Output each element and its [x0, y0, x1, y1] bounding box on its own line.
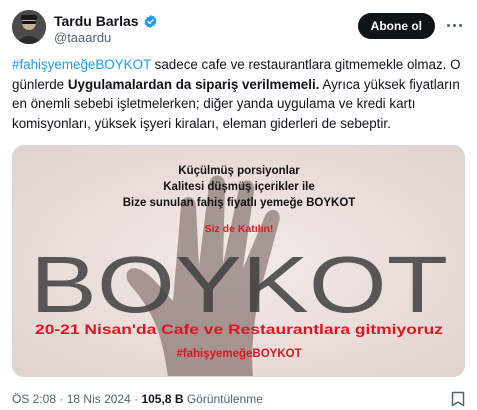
- tweet-hashtag-link[interactable]: #fahişyemeğeBOYKOT: [12, 57, 151, 72]
- poster-hashtag: #fahişyemeğeBOYKOT: [176, 348, 301, 360]
- tweet-meta: ÖS 2:08 · 18 Nis 2024 · 105,8 B Görüntül…: [12, 392, 263, 406]
- poster-join: Siz de Katılın!: [205, 223, 274, 235]
- avatar[interactable]: [12, 10, 46, 44]
- tweet-time[interactable]: ÖS 2:08: [12, 392, 56, 406]
- poster-line-1: Küçülmüş porsiyonlar: [178, 165, 300, 177]
- author-display-name[interactable]: Tardu Barlas: [54, 13, 139, 29]
- poster-line-2: Kalitesi düşmüş içerikler ile: [163, 181, 315, 193]
- poster-big-word: BOYKOT: [30, 240, 448, 329]
- views-label: Görüntülenme: [186, 392, 263, 406]
- bookmark-icon[interactable]: [451, 391, 465, 407]
- tweet-text-bold-segment: Uygulamalardan da sipariş verilmemeli.: [67, 76, 320, 92]
- avatar-image: [12, 10, 46, 44]
- meta-separator: ·: [134, 392, 139, 406]
- follow-button[interactable]: Abone ol: [357, 13, 435, 39]
- tweet-text: #fahişyemeğeBOYKOT sadece cafe ve restau…: [12, 55, 468, 133]
- poster-date-line: 20-21 Nisan'da Cafe ve Restaurantlara gi…: [35, 322, 443, 337]
- poster-line-3: Bize sunulan fahiş fiyatlı yemeğe BOYKOT: [123, 197, 356, 209]
- name-row: Tardu Barlas: [54, 13, 158, 29]
- views-count: 105,8 B: [141, 392, 184, 406]
- boycott-poster: Küçülmüş porsiyonlar Kalitesi düşmüş içe…: [13, 146, 464, 376]
- author-handle[interactable]: @taaardu: [54, 30, 111, 45]
- more-dots-icon[interactable]: [443, 14, 465, 36]
- meta-separator: ·: [59, 392, 64, 406]
- verified-badge-icon: [143, 14, 158, 29]
- tweet-header: Tardu Barlas @taaardu Abone ol: [12, 10, 465, 45]
- tweet-image[interactable]: Küçülmüş porsiyonlar Kalitesi düşmüş içe…: [12, 145, 465, 377]
- tweet-date[interactable]: 18 Nis 2024: [67, 392, 131, 406]
